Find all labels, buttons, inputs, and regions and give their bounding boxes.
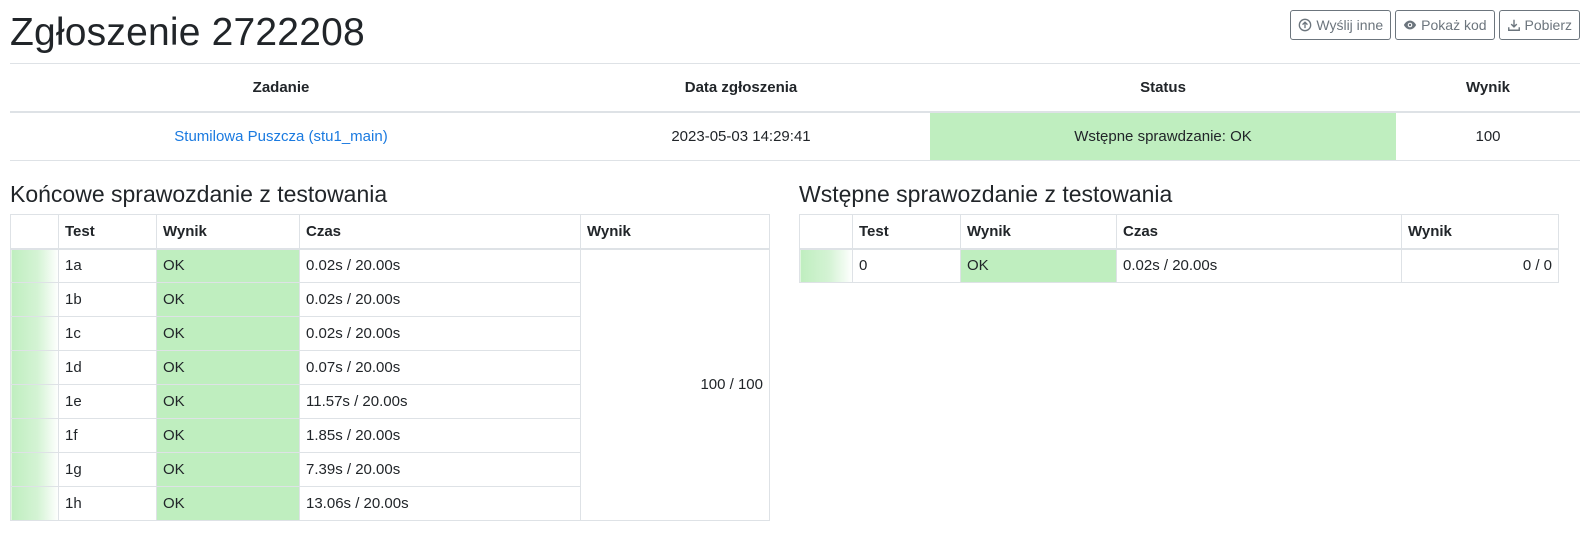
resubmit-label: Wyślij inne <box>1316 17 1384 33</box>
initial-header-result: Wynik <box>960 214 1117 250</box>
test-status-bar <box>10 384 59 419</box>
test-time: 0.07s / 20.00s <box>299 350 581 385</box>
test-id: 1d <box>58 350 157 385</box>
show-code-button[interactable]: Pokaż kod <box>1395 10 1495 40</box>
download-button[interactable]: Pobierz <box>1498 10 1580 40</box>
download-icon <box>1507 18 1521 32</box>
test-id: 1c <box>58 316 157 351</box>
group-score: 100 / 100 <box>580 248 770 521</box>
table-row: 1a OK 0.02s / 20.00s 100 / 100 <box>10 248 770 521</box>
test-result: OK <box>156 316 300 351</box>
test-id: 1b <box>58 282 157 317</box>
show-code-label: Pokaż kod <box>1421 17 1487 33</box>
test-id: 1a <box>58 248 157 283</box>
final-report-table: Test Wynik Czas Wynik 1a OK 0.02s / 20.0… <box>10 214 770 521</box>
test-id: 1f <box>58 418 157 453</box>
page-header: Zgłoszenie 2722208 Wyślij inne Pokaż kod… <box>10 0 1580 64</box>
page-title: Zgłoszenie 2722208 <box>10 11 365 54</box>
summary-row: Stumilowa Puszcza (stu1_main) 2023-05-03… <box>10 112 1580 161</box>
test-result: OK <box>156 486 300 521</box>
test-result: OK <box>156 282 300 317</box>
test-status-bar <box>10 486 59 521</box>
header-task: Zadanie <box>10 64 552 113</box>
test-time: 13.06s / 20.00s <box>299 486 581 521</box>
final-header-score: Wynik <box>580 214 770 250</box>
test-score: 0 / 0 <box>1401 248 1559 283</box>
test-time: 1.85s / 20.00s <box>299 418 581 453</box>
test-result: OK <box>156 418 300 453</box>
eye-icon <box>1403 18 1417 32</box>
initial-header-time: Czas <box>1116 214 1402 250</box>
task-cell: Stumilowa Puszcza (stu1_main) <box>10 112 552 161</box>
upload-circle-icon <box>1298 18 1312 32</box>
test-time: 0.02s / 20.00s <box>299 248 581 283</box>
test-id: 0 <box>852 248 961 283</box>
initial-header-bar <box>799 214 853 250</box>
test-result: OK <box>156 248 300 283</box>
test-id: 1g <box>58 452 157 487</box>
resubmit-button[interactable]: Wyślij inne <box>1290 10 1392 40</box>
test-status-bar <box>10 350 59 385</box>
date-cell: 2023-05-03 14:29:41 <box>552 112 930 161</box>
download-label: Pobierz <box>1524 17 1572 33</box>
initial-report-title: Wstępne sprawozdanie z testowania <box>799 181 1173 207</box>
toolbar: Wyślij inne Pokaż kod Pobierz <box>1290 10 1580 40</box>
test-status-bar <box>10 248 59 283</box>
final-report: Test Wynik Czas Wynik 1a OK 0.02s / 20.0… <box>10 214 770 521</box>
initial-header-test: Test <box>852 214 961 250</box>
test-status-bar <box>10 316 59 351</box>
test-time: 7.39s / 20.00s <box>299 452 581 487</box>
initial-header-score: Wynik <box>1401 214 1559 250</box>
test-result: OK <box>156 452 300 487</box>
initial-report: Test Wynik Czas Wynik 0 OK 0.02s / 20.00… <box>799 214 1559 283</box>
test-id: 1e <box>58 384 157 419</box>
final-header-bar <box>10 214 59 250</box>
test-time: 0.02s / 20.00s <box>1116 248 1402 283</box>
test-id: 1h <box>58 486 157 521</box>
header-date: Data zgłoszenia <box>552 64 930 113</box>
test-time: 0.02s / 20.00s <box>299 316 581 351</box>
task-link[interactable]: Stumilowa Puszcza (stu1_main) <box>174 128 387 145</box>
test-result: OK <box>156 384 300 419</box>
final-report-title: Końcowe sprawozdanie z testowania <box>10 181 388 207</box>
test-time: 0.02s / 20.00s <box>299 282 581 317</box>
score-cell: 100 <box>1396 112 1580 161</box>
test-status-bar <box>10 282 59 317</box>
final-header-result: Wynik <box>156 214 300 250</box>
initial-report-table: Test Wynik Czas Wynik 0 OK 0.02s / 20.00… <box>799 214 1559 283</box>
header-score: Wynik <box>1396 64 1580 113</box>
table-row: 0 OK 0.02s / 20.00s 0 / 0 <box>799 248 1559 283</box>
test-time: 11.57s / 20.00s <box>299 384 581 419</box>
test-status-bar <box>799 248 853 283</box>
final-header-test: Test <box>58 214 157 250</box>
status-cell: Wstępne sprawdzanie: OK <box>930 112 1396 161</box>
submission-summary-table: Zadanie Data zgłoszenia Status Wynik Stu… <box>10 64 1580 161</box>
test-result: OK <box>156 350 300 385</box>
test-status-bar <box>10 452 59 487</box>
final-header-time: Czas <box>299 214 581 250</box>
test-status-bar <box>10 418 59 453</box>
test-result: OK <box>960 248 1117 283</box>
header-status: Status <box>930 64 1396 113</box>
